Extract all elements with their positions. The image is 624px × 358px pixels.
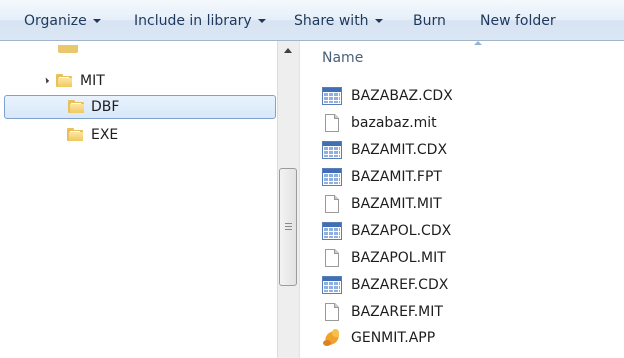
nav-scrollbar[interactable] [277,41,299,358]
blank-file-icon [325,195,339,213]
file-name: BAZAMIT.MIT [351,196,442,212]
command-bar: Organize Include in library Share with B… [0,0,624,41]
chevron-down-icon [92,19,101,23]
folder-icon [58,45,78,53]
file-list-pane: Name BAZABAZ.CDX bazabaz.mit BAZAMIT.CDX… [300,41,624,358]
sort-ascending-icon [474,41,482,45]
file-row[interactable]: BAZABAZ.CDX [322,85,612,107]
tree-item-label: EXE [91,127,119,143]
file-row[interactable]: BAZAPOL.MIT [322,247,612,269]
file-name: bazabaz.mit [351,115,437,131]
expand-arrow-icon[interactable] [42,77,50,84]
file-name: BAZAPOL.CDX [351,223,452,239]
tree-item-dbf[interactable]: DBF [4,95,276,119]
nav-blank-region [78,41,178,61]
folder-icon [67,128,83,141]
file-row[interactable]: BAZAREF.CDX [322,274,612,296]
file-row[interactable]: BAZAMIT.MIT [322,193,612,215]
app-file-icon [323,329,343,347]
scrollbar-thumb[interactable] [279,168,297,286]
navigation-pane: MIT DBF EXE [0,41,299,358]
file-name: BAZAMIT.FPT [351,169,442,185]
tree-item-label: DBF [91,99,120,115]
file-name: BAZAMIT.CDX [351,142,448,158]
tree-item-label: MIT [80,73,105,89]
blank-file-icon [325,303,339,321]
file-row[interactable]: bazabaz.mit [322,112,612,134]
file-row[interactable]: BAZAREF.MIT [322,301,612,323]
file-name: BAZAREF.MIT [351,304,443,320]
file-name: GENMIT.APP [351,330,436,346]
organize-label: Organize [24,13,87,29]
tree-item-mit[interactable]: MIT [38,69,268,93]
folder-icon [68,100,84,113]
burn-button[interactable]: Burn [413,11,446,31]
index-file-icon [322,222,342,240]
include-in-library-button[interactable]: Include in library [134,11,266,31]
file-row[interactable]: BAZAMIT.CDX [322,139,612,161]
index-file-icon [322,276,342,294]
tree-item-exe[interactable]: EXE [4,123,254,147]
index-file-icon [322,141,342,159]
file-name: BAZABAZ.CDX [351,88,453,104]
include-in-library-label: Include in library [134,13,252,29]
file-name: BAZAREF.CDX [351,277,449,293]
file-name: BAZAPOL.MIT [351,250,446,266]
column-header-name[interactable]: Name [322,50,363,66]
file-row[interactable]: BAZAPOL.CDX [322,220,612,242]
new-folder-button[interactable]: New folder [480,11,556,31]
organize-button[interactable]: Organize [24,11,101,31]
index-file-icon [322,168,342,186]
share-with-button[interactable]: Share with [294,11,383,31]
scroll-up-arrow-icon[interactable] [278,41,299,59]
grip-icon [285,223,292,230]
chevron-down-icon [257,19,266,23]
file-row[interactable]: GENMIT.APP [322,327,612,349]
file-row[interactable]: BAZAMIT.FPT [322,166,612,188]
index-file-icon [322,87,342,105]
chevron-down-icon [374,19,383,23]
blank-file-icon [325,114,339,132]
share-with-label: Share with [294,13,369,29]
new-folder-label: New folder [480,13,556,29]
folder-icon [56,74,72,87]
blank-file-icon [325,249,339,267]
burn-label: Burn [413,13,446,29]
